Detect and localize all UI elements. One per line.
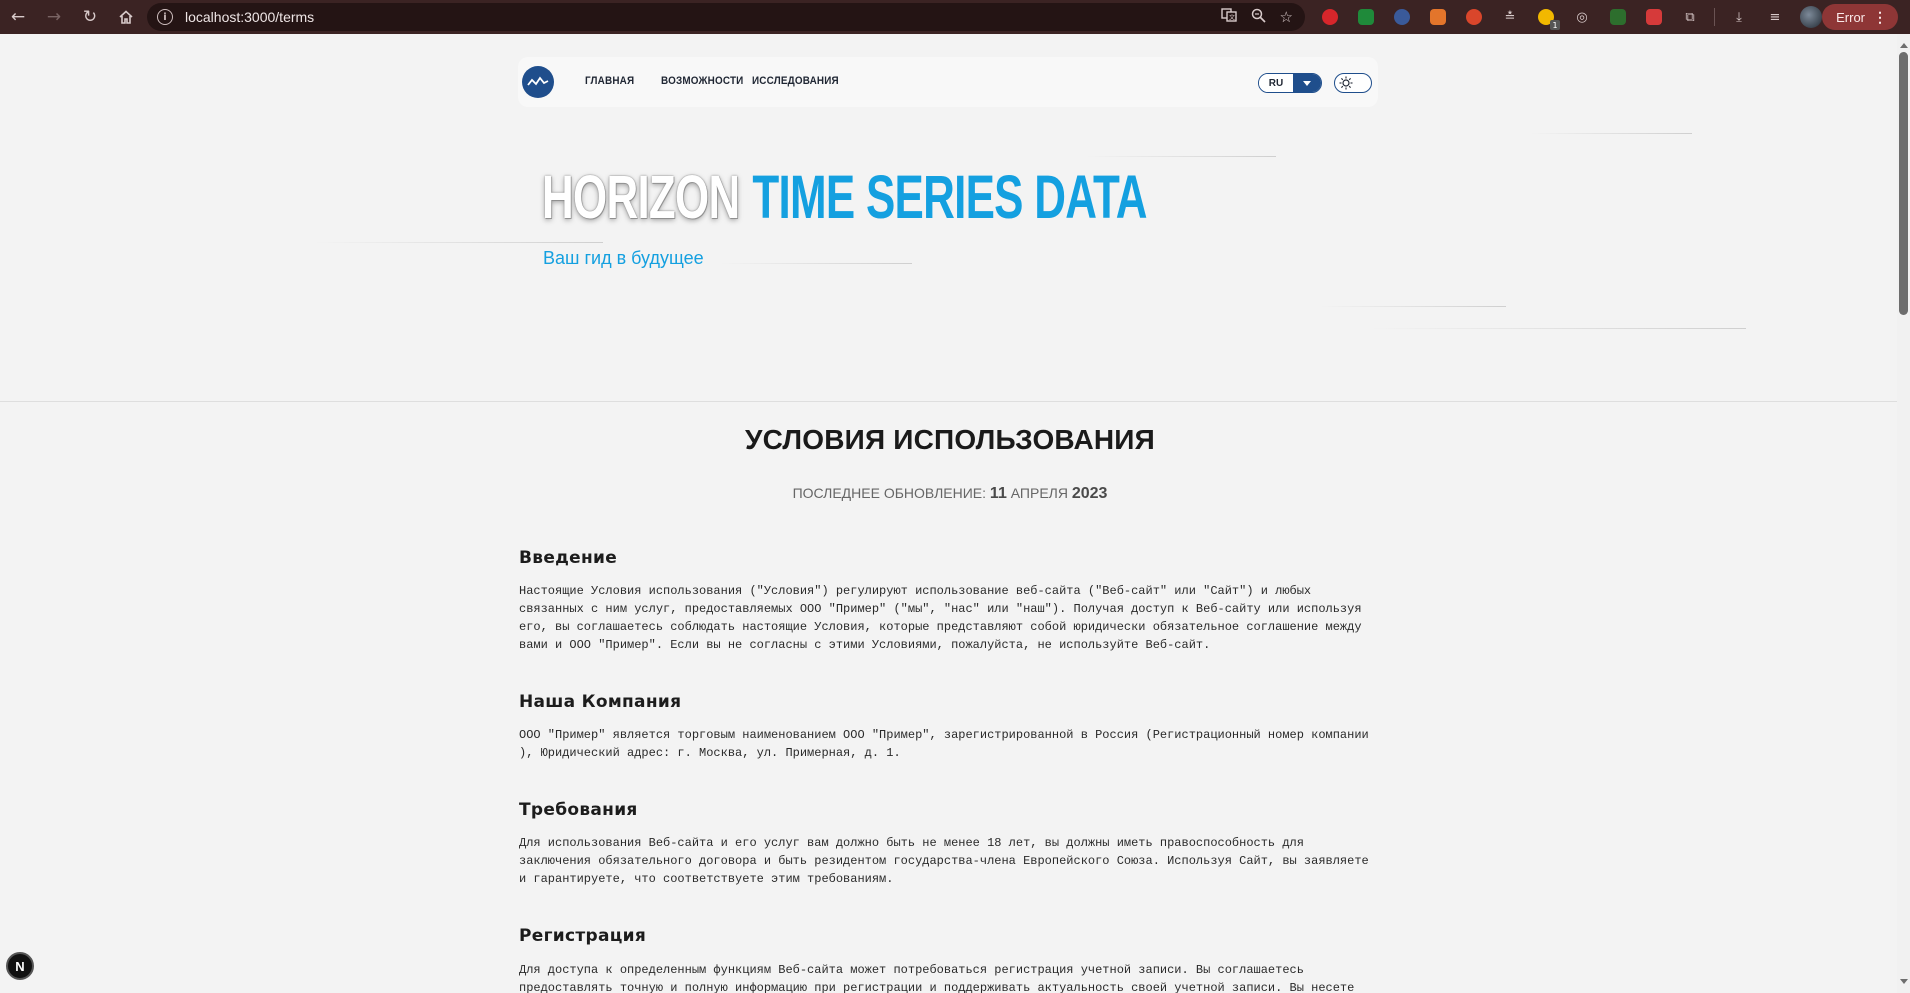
last-updated-day: 11 — [989, 485, 1007, 502]
site-navbar: ГЛАВНАЯ ВОЗМОЖНОСТИ ИССЛЕДОВАНИЯ RU — [518, 57, 1378, 107]
sun-icon — [1337, 75, 1354, 90]
extension-cursor-icon[interactable] — [1390, 5, 1414, 29]
profile-avatar[interactable] — [1799, 5, 1823, 29]
address-bar[interactable]: i localhost:3000/terms 文 ☆ — [147, 3, 1305, 31]
hero-title: HORIZON TIME SERIES DATA — [542, 162, 1148, 232]
decorative-line — [1320, 306, 1506, 307]
extension-leaf-icon[interactable] — [1606, 5, 1630, 29]
language-select[interactable]: RU — [1258, 73, 1322, 93]
last-updated-month: АПРЕЛЯ — [1006, 485, 1072, 501]
extension-yellow-icon[interactable]: 1 — [1534, 5, 1560, 30]
language-value: RU — [1259, 74, 1293, 92]
nav-link-features[interactable]: ВОЗМОЖНОСТИ — [661, 75, 743, 87]
translate-icon[interactable]: 文 — [1220, 7, 1237, 27]
browser-toolbar: ← → ↻ i localhost:3000/terms 文 ☆ ≛ 1 ◎ ⧉… — [0, 0, 1910, 34]
bookmark-star-icon[interactable]: ☆ — [1280, 8, 1293, 26]
download-icon[interactable]: ⤓ — [1727, 5, 1751, 29]
paragraph-line: Настоящие Условия использования ("Услови… — [519, 584, 1312, 598]
scroll-up-arrow-icon[interactable] — [1900, 43, 1908, 48]
last-updated-year: 2023 — [1071, 485, 1108, 502]
menu-kebab-icon[interactable]: ⋮ — [1873, 9, 1887, 26]
paragraph-line: связанных с ним услуг, предоставляемых О… — [519, 602, 1362, 616]
address-url[interactable]: localhost:3000/terms — [185, 9, 314, 25]
section-heading-intro: Введение — [519, 548, 618, 568]
home-button[interactable] — [108, 0, 144, 34]
paragraph-line: Для доступа к определенным функциям Веб-… — [519, 963, 1304, 977]
extensions-puzzle-icon[interactable]: ⧉ — [1678, 5, 1702, 29]
extension-fox-icon[interactable] — [1426, 5, 1450, 29]
hero-title-tsd: TIME SERIES DATA — [752, 163, 1147, 231]
nav-link-home[interactable]: ГЛАВНАЯ — [585, 75, 634, 87]
extension-flame-icon[interactable] — [1462, 5, 1486, 29]
theme-toggle[interactable] — [1334, 73, 1372, 93]
toolbar-separator — [1714, 8, 1715, 26]
page-title: УСЛОВИЯ ИСПОЛЬЗОВАНИЯ — [745, 424, 1155, 455]
back-button[interactable]: ← — [0, 0, 36, 34]
section-body-company: ООО "Пример" является торговым наименова… — [519, 726, 1389, 762]
paragraph-line: предоставлять точную и полную информацию… — [519, 981, 1355, 993]
section-heading-registration: Регистрация — [519, 926, 647, 946]
page-viewport: ГЛАВНАЯ ВОЗМОЖНОСТИ ИССЛЕДОВАНИЯ RU HORI… — [0, 34, 1897, 993]
extension-target-icon[interactable]: ◎ — [1570, 5, 1594, 29]
section-divider — [0, 401, 1897, 402]
paragraph-line: и гарантируете, что соответствуете этим … — [519, 872, 894, 886]
zoom-icon[interactable] — [1251, 8, 1266, 27]
last-updated-prefix: ПОСЛЕДНЕЕ ОБНОВЛЕНИЕ: — [792, 485, 990, 501]
paragraph-line: вами и ООО "Пример". Если вы не согласны… — [519, 638, 1211, 652]
home-icon — [119, 10, 133, 24]
paragraph-line: заключения обязательного договора и быть… — [519, 854, 1369, 868]
decorative-line — [720, 263, 912, 264]
extension-badge: 1 — [1550, 20, 1560, 30]
decorative-line — [1086, 156, 1276, 157]
decorative-line — [1530, 133, 1692, 134]
hero-title-horizon: HORIZON — [542, 163, 740, 231]
extension-sliders-icon[interactable]: ≛ — [1498, 5, 1522, 29]
reload-button[interactable]: ↻ — [72, 0, 108, 34]
svg-text:文: 文 — [1229, 14, 1235, 22]
scroll-down-arrow-icon[interactable] — [1900, 979, 1908, 984]
extension-gift-icon[interactable] — [1642, 5, 1666, 29]
section-body-registration: Для доступа к определенным функциям Веб-… — [519, 961, 1389, 993]
wave-icon — [527, 76, 549, 86]
paragraph-line: его, вы соглашаетесь соблюдать настоящие… — [519, 620, 1362, 634]
extension-red-icon[interactable] — [1318, 5, 1342, 29]
paragraph-line: Для использования Веб-сайта и его услуг … — [519, 836, 1304, 850]
section-body-intro: Настоящие Условия использования ("Услови… — [519, 582, 1389, 654]
nextjs-dev-indicator[interactable]: N — [6, 952, 34, 980]
decorative-line — [315, 242, 603, 243]
decorative-line — [1370, 328, 1746, 329]
paragraph-line: ООО "Пример" является торговым наименова… — [519, 728, 1369, 742]
hero-subtitle: Ваш гид в будущее — [543, 248, 704, 268]
section-heading-company: Наша Компания — [519, 692, 682, 712]
section-body-requirements: Для использования Веб-сайта и его услуг … — [519, 834, 1389, 888]
site-info-icon[interactable]: i — [157, 9, 173, 25]
forward-button[interactable]: → — [36, 0, 72, 34]
scrollbar-thumb[interactable] — [1899, 52, 1908, 315]
section-heading-requirements: Требования — [519, 800, 638, 820]
last-updated: ПОСЛЕДНЕЕ ОБНОВЛЕНИЕ: 11 АПРЕЛЯ 2023 — [0, 485, 1897, 503]
page-scrollbar[interactable] — [1897, 34, 1910, 993]
site-logo[interactable] — [522, 66, 554, 98]
extension-green-flag-icon[interactable] — [1354, 5, 1378, 29]
profile-error-button[interactable]: Error ⋮ — [1822, 4, 1898, 30]
chevron-down-icon[interactable] — [1293, 74, 1321, 92]
nav-link-research[interactable]: ИССЛЕДОВАНИЯ — [752, 75, 839, 87]
error-label: Error — [1836, 9, 1865, 25]
paragraph-line: ), Юридический адрес: г. Москва, ул. При… — [519, 746, 901, 760]
reading-list-icon[interactable]: ≡ — [1763, 5, 1787, 29]
